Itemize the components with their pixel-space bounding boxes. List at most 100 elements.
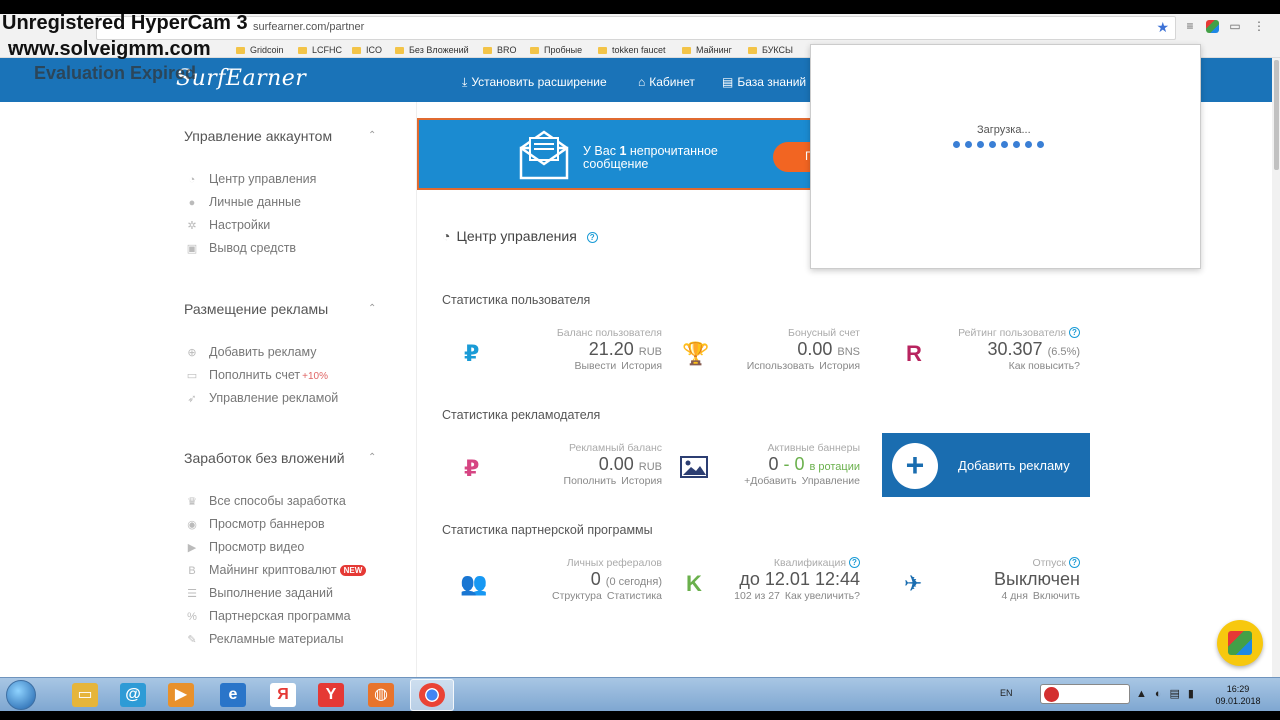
user-icon: ●: [188, 197, 196, 209]
bookmark-probnye[interactable]: Пробные: [530, 45, 582, 55]
help-icon[interactable]: ?: [586, 232, 598, 243]
nav-knowledge-base[interactable]: ▤ База знаний: [722, 75, 806, 89]
surfearner-extension-icon[interactable]: ≡: [1182, 18, 1198, 34]
stat-bonus-account: 🏆 Бонусный счет 0.00 BNS Использовать Ист…: [682, 327, 860, 372]
plus-circle-icon: ⊕: [187, 347, 197, 359]
floating-cube-button[interactable]: [1217, 620, 1263, 666]
bookmark-star-icon[interactable]: ★: [1156, 19, 1169, 36]
unread-message-banner[interactable]: У Вас 1 непрочитанное сообщение П: [417, 118, 819, 190]
firefox-icon[interactable]: ◍: [368, 683, 394, 707]
sidebar-item-partner-program[interactable]: % Партнерская программа: [185, 609, 351, 623]
ruble-icon: ₽: [464, 341, 480, 366]
sidebar-item-view-banners[interactable]: ◉ Просмотр баннеров: [185, 517, 325, 531]
chevron-up-icon[interactable]: ⌃: [368, 130, 376, 141]
how-to-increase-link[interactable]: Как повысить?: [1009, 360, 1080, 372]
sidebar-item-view-video[interactable]: ▶ Просмотр видео: [185, 540, 305, 554]
wrench-icon: ✎: [187, 634, 197, 646]
sidebar-section-earning[interactable]: Заработок без вложений: [184, 450, 345, 466]
sidebar-item-crypto-mining[interactable]: B Майнинг криптовалют NEW: [185, 563, 367, 577]
unread-count: 1: [619, 144, 627, 158]
how-to-increase-link[interactable]: Как увеличить?: [785, 590, 860, 602]
rating-r-icon: R: [906, 341, 922, 366]
record-icon[interactable]: [1044, 687, 1059, 702]
trophy-icon: ♛: [187, 496, 197, 508]
airplane-icon: ✈: [904, 571, 923, 596]
sidebar-item-promo-materials[interactable]: ✎ Рекламные материалы: [185, 632, 343, 646]
start-button[interactable]: [6, 680, 36, 710]
bookmark-tokken-faucet[interactable]: tokken faucet: [598, 45, 666, 55]
help-icon[interactable]: ?: [849, 557, 860, 568]
history-link[interactable]: История: [819, 360, 860, 372]
cube-extension-icon[interactable]: [1206, 20, 1219, 33]
sidebar-item-control-center[interactable]: ◔ Центр управления: [185, 172, 317, 186]
sidebar-section-account[interactable]: Управление аккаунтом: [184, 128, 332, 144]
recorder-controls[interactable]: [1040, 684, 1130, 704]
structure-link[interactable]: Структура: [552, 590, 602, 602]
bookmark-gridcoin[interactable]: Gridcoin: [236, 45, 284, 55]
top-up-link[interactable]: Пополнить: [564, 475, 617, 487]
image-icon: [680, 456, 708, 478]
withdraw-link[interactable]: Вывести: [575, 360, 617, 372]
extension-popup: Загрузка...: [810, 44, 1201, 269]
nav-install-extension[interactable]: ⤓ Установить расширение: [462, 75, 607, 90]
media-player-icon[interactable]: ▶: [168, 683, 194, 707]
stat-user-balance: ₽ Баланс пользователя 21.20 RUB Вывести И…: [464, 327, 662, 372]
bookmark-bez-vlozheniy[interactable]: Без Вложений: [395, 45, 469, 55]
sidebar: Управление аккаунтом ⌃ ◔ Центр управления…: [155, 102, 417, 677]
users-icon: 👥: [460, 571, 488, 596]
yandex-browser-icon[interactable]: Y: [318, 683, 344, 707]
section-partner-stats: Статистика партнерской программы: [442, 523, 653, 537]
sidebar-item-tasks[interactable]: ☰ Выполнение заданий: [185, 586, 333, 600]
stat-qualification: K Квалификация ? до 12.01 12:44 102 из 2…: [686, 557, 860, 602]
stat-active-banners: Активные баннеры 0 - 0 в ротации +Добави…: [662, 442, 860, 498]
bookmark-mayning[interactable]: Майнинг: [682, 45, 732, 55]
mail-agent-icon[interactable]: @: [120, 683, 146, 707]
statistics-link[interactable]: Статистика: [607, 590, 662, 602]
vacation-days: 4 дня: [1001, 590, 1028, 602]
sidebar-item-manage-ads[interactable]: ➶ Управление рекламой: [185, 391, 338, 405]
help-icon[interactable]: ?: [1069, 327, 1080, 338]
add-ad-button[interactable]: + Добавить рекламу: [882, 433, 1090, 497]
enable-link[interactable]: Включить: [1033, 590, 1080, 602]
system-tray-icons[interactable]: ▲◐▤▮: [1136, 687, 1202, 700]
page-title: ◔ Центр управления ?: [442, 228, 598, 244]
bookmark-buksy[interactable]: БУКСЫ: [748, 45, 793, 55]
bookmark-lcfhc[interactable]: LCFHC: [298, 45, 342, 55]
cast-extension-icon[interactable]: ▭: [1227, 18, 1243, 34]
sidebar-item-all-earning[interactable]: ♛ Все способы заработка: [185, 494, 346, 508]
sidebar-item-withdraw[interactable]: ▣ Вывод средств: [185, 241, 296, 255]
chevron-up-icon[interactable]: ⌃: [368, 452, 376, 463]
browser-menu-icon[interactable]: ⋮: [1251, 18, 1267, 34]
history-link[interactable]: История: [621, 475, 662, 487]
yandex-icon[interactable]: Я: [270, 683, 296, 707]
sidebar-item-top-up[interactable]: ▭ Пополнить счет +10%: [185, 368, 328, 382]
sidebar-section-advertising[interactable]: Размещение рекламы: [184, 301, 328, 317]
sidebar-item-settings[interactable]: ✲ Настройки: [185, 218, 270, 232]
dashboard-icon: ◔: [442, 228, 451, 244]
chevron-up-icon[interactable]: ⌃: [368, 303, 376, 314]
sidebar-item-add-ad[interactable]: ⊕ Добавить рекламу: [185, 345, 316, 359]
file-explorer-icon[interactable]: ▭: [72, 683, 98, 707]
address-bar[interactable]: surfearner.com/partner ★: [96, 16, 1176, 40]
bookmark-bro[interactable]: BRO: [483, 45, 517, 55]
history-link[interactable]: История: [621, 360, 662, 372]
windows-taskbar: ▭ @ ▶ e Я Y ◍ EN ▲◐▤▮ 16:29 09.01.2018: [0, 677, 1280, 711]
help-icon[interactable]: ?: [1069, 557, 1080, 568]
scrollbar-thumb[interactable]: [1274, 60, 1279, 170]
stat-vacation: ✈ Отпуск ? Выключен 4 дня Включить: [904, 557, 1080, 602]
chrome-icon[interactable]: [419, 683, 445, 707]
use-bonus-link[interactable]: Использовать: [747, 360, 815, 372]
rocket-icon: ➶: [187, 393, 197, 405]
sidebar-item-personal-data[interactable]: ● Личные данные: [185, 195, 301, 209]
language-indicator[interactable]: EN: [1000, 688, 1013, 698]
system-clock[interactable]: 16:29 09.01.2018: [1214, 683, 1262, 707]
internet-explorer-icon[interactable]: e: [220, 683, 246, 707]
add-banner-link[interactable]: +Добавить: [744, 475, 797, 487]
bookmark-ico[interactable]: ICO: [352, 45, 382, 55]
nav-cabinet[interactable]: ⌂ Кабинет: [638, 75, 695, 89]
qualification-k-icon: K: [686, 571, 702, 596]
credit-card-icon: ▭: [186, 370, 198, 382]
download-icon: ⤓: [462, 75, 468, 89]
manage-link[interactable]: Управление: [802, 475, 860, 487]
extension-icons: ≡ ▭ ⋮: [1182, 18, 1267, 34]
